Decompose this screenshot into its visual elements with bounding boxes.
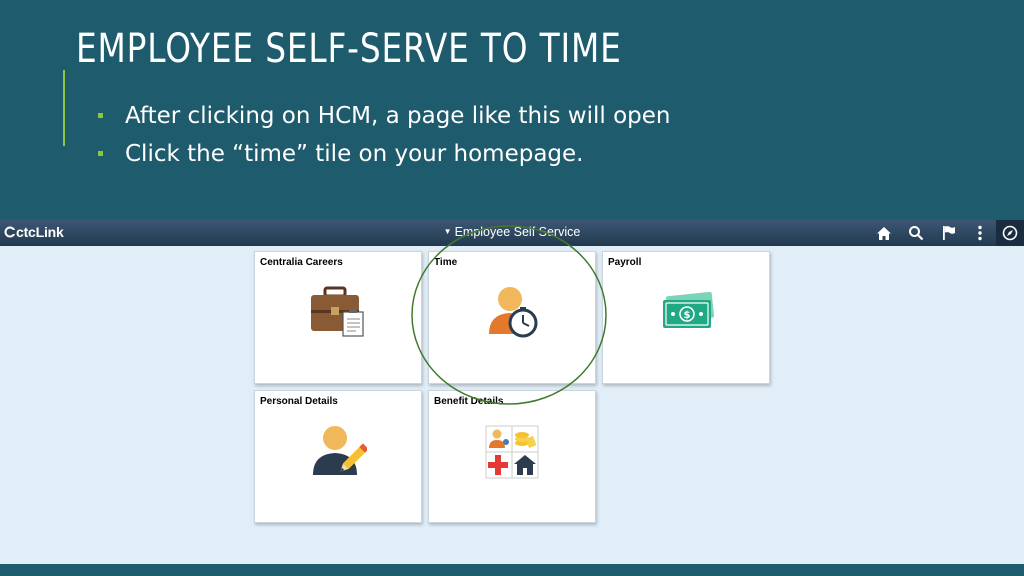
accent-line [63,70,65,146]
person-pencil-icon [313,426,367,475]
search-icon[interactable] [900,220,932,246]
bullet-text: Click the “time” tile on your homepage. [125,141,584,167]
tile-benefit-details[interactable]: Benefit Details [428,390,596,523]
ctclink-screenshot: ctcLink ▼ Employee Self Service Centralia… [0,220,1024,564]
kebab-menu-icon[interactable] [964,220,996,246]
bullet-text: After clicking on HCM, a page like this … [125,103,671,129]
header-toolbar [868,220,1024,246]
highlight-circle [411,225,607,405]
navbar-compass-icon[interactable] [996,220,1024,246]
home-icon[interactable] [868,220,900,246]
tile-label: Personal Details [260,396,338,407]
money-icon: $ [663,292,715,328]
bullet-item: Click the “time” tile on your homepage. [96,138,670,176]
bullet-square-icon [98,151,103,156]
bullet-square-icon [98,113,103,118]
slide-title: EMPLOYEE SELF-SERVE TO TIME [76,26,622,72]
tile-label: Payroll [608,257,642,268]
briefcase-icon [311,286,364,337]
tile-payroll[interactable]: Payroll $ [602,251,770,384]
tile-centralia-careers[interactable]: Centralia Careers [254,251,422,384]
bottom-strip [0,564,1024,576]
benefits-grid-icon [485,425,539,479]
svg-text:$: $ [684,310,691,321]
tile-personal-details[interactable]: Personal Details [254,390,422,523]
bullet-item: After clicking on HCM, a page like this … [96,100,670,138]
bullet-list: After clicking on HCM, a page like this … [96,100,670,176]
flag-icon[interactable] [932,220,964,246]
tile-label: Centralia Careers [260,257,343,268]
